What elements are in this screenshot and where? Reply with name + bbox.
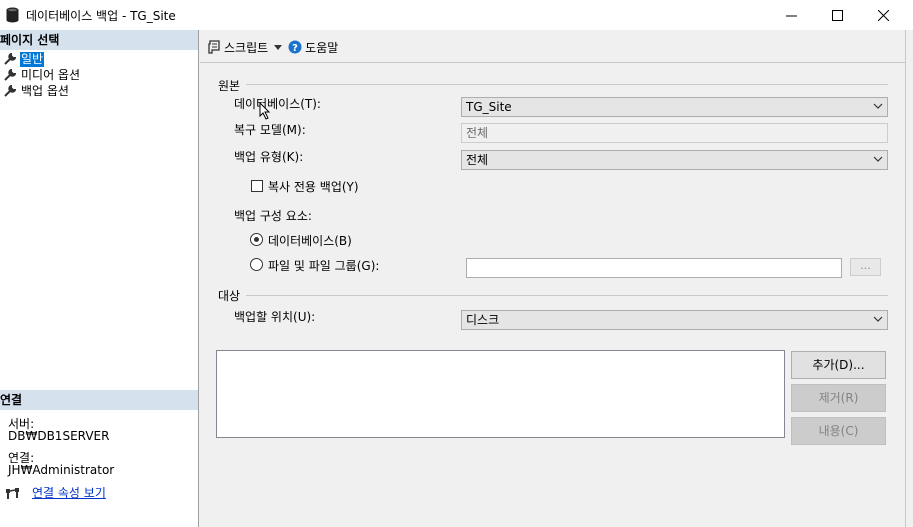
minimize-button[interactable]: [768, 0, 814, 30]
backup-type-label: 백업 유형(K):: [234, 150, 304, 164]
close-button[interactable]: [860, 0, 906, 30]
nav-item-label: 백업 옵션: [21, 83, 69, 98]
backup-component-label: 백업 구성 요소:: [234, 209, 312, 223]
add-destination-button[interactable]: 추가(D)...: [791, 351, 886, 379]
component-files-label[interactable]: 파일 및 파일 그룹(G):: [268, 257, 379, 274]
wrench-icon: [4, 69, 16, 81]
maximize-icon: [831, 9, 843, 21]
script-dropdown-button[interactable]: [274, 44, 283, 50]
chevron-down-icon: [873, 156, 883, 162]
source-section-divider: [246, 84, 888, 85]
contents-button[interactable]: 내용(C): [791, 417, 886, 445]
recovery-model-field: 전체: [461, 123, 888, 143]
nav-item-media-options[interactable]: 미디어 옵션: [4, 67, 81, 83]
database-select[interactable]: TG_Site: [461, 97, 888, 117]
backup-to-select[interactable]: 디스크: [461, 310, 888, 330]
radio-selected-dot: [254, 237, 259, 242]
destination-section-title: 대상: [218, 289, 241, 303]
wrench-icon: [4, 53, 16, 65]
component-database-radio[interactable]: [250, 233, 263, 246]
title-bar: 데이터베이스 백업 - TG_Site: [0, 0, 913, 30]
server-value: DB₩DB1SERVER: [8, 429, 110, 443]
help-button[interactable]: ? 도움말: [288, 39, 338, 56]
files-textbox[interactable]: [466, 258, 842, 278]
maximize-button[interactable]: [814, 0, 860, 30]
view-connection-properties[interactable]: 연결 속성 보기: [6, 484, 106, 501]
nav-item-label: 일반: [20, 51, 45, 67]
remove-destination-button[interactable]: 제거(R): [791, 384, 886, 412]
help-label: 도움말: [305, 40, 339, 55]
nav-item-backup-options[interactable]: 백업 옵션: [4, 83, 70, 99]
chevron-down-icon: [873, 316, 883, 322]
chevron-down-icon: [873, 103, 883, 109]
minimize-icon: [785, 15, 797, 16]
connection-header: 연결: [0, 390, 198, 410]
view-connection-properties-link[interactable]: 연결 속성 보기: [32, 484, 106, 501]
help-icon: ?: [288, 40, 302, 54]
destination-list[interactable]: [216, 350, 785, 438]
source-section-title: 원본: [218, 79, 241, 93]
close-icon: [877, 9, 889, 21]
component-database-label[interactable]: 데이터베이스(B): [268, 232, 352, 249]
toolbar-divider: [200, 62, 913, 63]
copy-only-checkbox[interactable]: [251, 180, 263, 192]
svg-text:?: ?: [292, 43, 298, 54]
nav-item-label: 미디어 옵션: [21, 67, 81, 82]
script-icon: [208, 40, 220, 54]
recovery-model-label: 복구 모델(M):: [234, 123, 306, 137]
backup-type-select[interactable]: 전체: [461, 150, 888, 170]
connection-icon: [6, 488, 19, 499]
browse-files-button[interactable]: ...: [850, 258, 881, 276]
nav-item-general[interactable]: 일반: [4, 51, 45, 67]
window-title: 데이터베이스 백업 - TG_Site: [26, 9, 176, 23]
connection-value: JH₩Administrator: [8, 463, 115, 477]
database-label: 데이터베이스(T):: [234, 97, 321, 111]
toolbar: 스크립트 ? 도움말: [207, 36, 344, 58]
copy-only-label[interactable]: 복사 전용 백업(Y): [268, 178, 359, 195]
right-edge: [905, 30, 913, 527]
backup-type-select-value: 전체: [466, 153, 489, 167]
backup-to-label: 백업할 위치(U):: [234, 310, 316, 324]
script-label: 스크립트: [224, 40, 269, 55]
wrench-icon: [4, 85, 16, 97]
mouse-cursor-icon: [259, 102, 271, 120]
backup-to-select-value: 디스크: [466, 313, 500, 327]
left-panel: 페이지 선택 일반 미디어 옵션 백업 옵션 연결 서버: DB₩DB1SERV…: [0, 30, 199, 527]
dropdown-arrow-icon: [274, 44, 283, 50]
page-select-header: 페이지 선택: [0, 30, 198, 50]
recovery-model-value: 전체: [466, 126, 489, 140]
script-button[interactable]: 스크립트: [207, 39, 268, 56]
component-files-radio[interactable]: [250, 258, 263, 271]
database-icon: [6, 7, 19, 23]
database-select-value: TG_Site: [466, 100, 512, 114]
destination-section-divider: [246, 295, 888, 296]
